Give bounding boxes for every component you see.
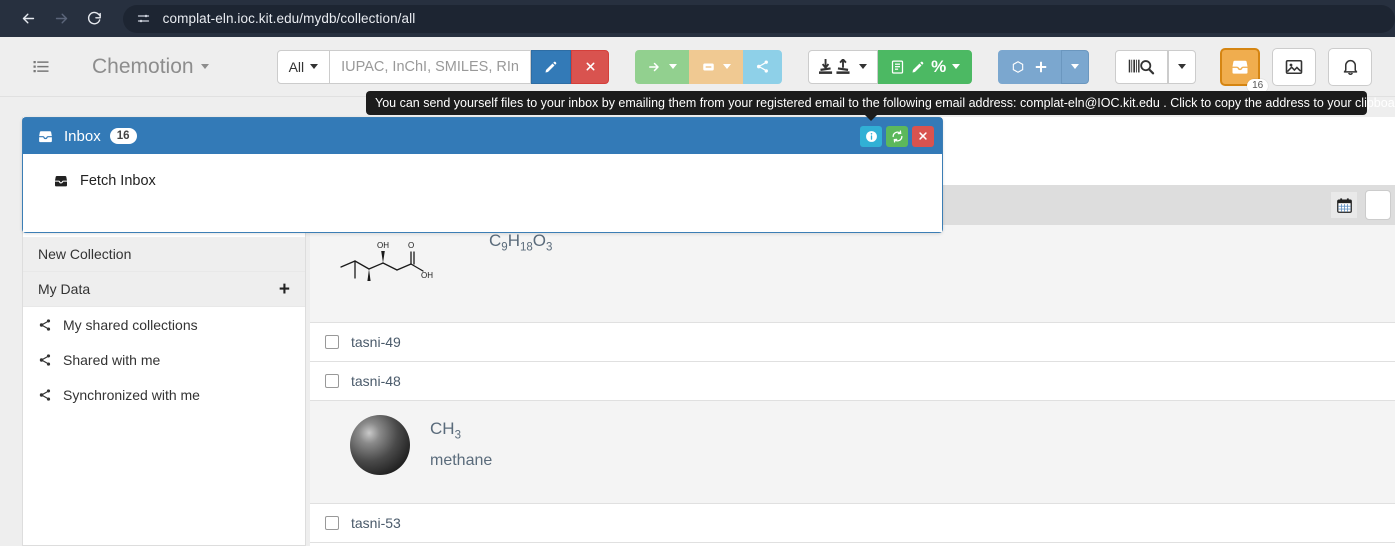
chevron-down-icon <box>952 64 961 69</box>
inbox-info-button[interactable] <box>860 125 882 147</box>
sidebar-item-shared-with-me[interactable]: Shared with me <box>23 342 305 377</box>
gallery-button[interactable] <box>1272 47 1317 86</box>
sidebar-item-label: My Data <box>38 281 91 297</box>
url-text: complat-eln.ioc.kit.edu/mydb/collection/… <box>162 11 416 26</box>
table-row[interactable]: tasni-48 <box>310 362 1395 401</box>
sidebar-item-new-collection[interactable]: New Collection <box>23 237 305 272</box>
sidebar-toggle-icon[interactable] <box>30 56 52 78</box>
sidebar-item-my-shared-collections[interactable]: My shared collections <box>23 307 305 342</box>
chevron-down-icon <box>859 64 868 69</box>
calendar-icon[interactable] <box>1331 192 1357 218</box>
row-checkbox[interactable] <box>325 374 339 388</box>
notification-button[interactable] <box>1328 47 1373 86</box>
sidebar-item-label: My shared collections <box>63 316 198 333</box>
search-clear-button[interactable] <box>571 49 610 84</box>
inbox-panel-body: Fetch Inbox <box>23 154 942 232</box>
advanced-search-group <box>1115 49 1197 84</box>
search-scope-dropdown[interactable]: All <box>276 49 331 84</box>
fetch-inbox-item[interactable]: Fetch Inbox <box>23 154 942 207</box>
molecule-structure: OH O OH <box>340 241 433 281</box>
advanced-search-dropdown[interactable] <box>1168 49 1197 84</box>
row-checkbox[interactable] <box>325 516 339 530</box>
table-row[interactable]: tasni-53 <box>310 504 1395 543</box>
split-element-button[interactable] <box>689 49 744 84</box>
inbox-panel-title: Inbox <box>64 127 101 145</box>
chevron-down-icon <box>723 64 732 69</box>
molecular-formula: C9H18O3 <box>489 231 553 254</box>
share-alt-icon <box>38 353 56 367</box>
tooltip-arrow-icon <box>864 114 878 121</box>
search-scope-label: All <box>288 58 305 75</box>
share-collection-button[interactable] <box>743 49 783 84</box>
chevron-down-icon <box>200 64 209 69</box>
atom-label: OH <box>377 241 389 250</box>
inbox-icon <box>53 173 69 189</box>
molecular-formula: CH3 <box>430 419 461 442</box>
share-alt-icon <box>38 388 56 402</box>
list-options-button[interactable] <box>1365 190 1391 220</box>
molecule-name: methane <box>430 452 493 470</box>
brand-label: Chemotion <box>92 54 194 78</box>
inbox-tooltip-text: You can send yourself files to your inbo… <box>375 96 1395 110</box>
chevron-down-icon <box>1178 64 1187 69</box>
inbox-panel-spacer <box>23 207 942 232</box>
element-list-rows: OH O OH C9H18O3 tasni-49 tasni-48 CH3 me… <box>310 225 1395 546</box>
inbox-panel-header[interactable]: Inbox 16 <box>23 118 942 154</box>
inbox-panel: Inbox 16 Fetch Inbox <box>22 117 943 233</box>
fetch-inbox-label: Fetch Inbox <box>80 172 156 189</box>
browser-reload-button[interactable] <box>80 4 109 34</box>
table-row[interactable]: tasni-49 <box>310 323 1395 362</box>
chevron-down-icon <box>310 64 319 69</box>
inbox-button[interactable]: 16 <box>1220 47 1269 93</box>
sidebar-item-label: Synchronized with me <box>63 386 200 403</box>
browser-address-bar[interactable]: complat-eln.ioc.kit.edu/mydb/collection/… <box>122 4 1395 33</box>
table-row[interactable]: CH3 methane <box>310 401 1395 504</box>
application-window: Chemotion All IUPAC, InChI, SMILES, RInC… <box>0 37 1395 546</box>
atom-label: O <box>408 241 414 250</box>
row-label: tasni-48 <box>351 373 401 389</box>
site-settings-icon[interactable] <box>135 10 152 27</box>
structure-editor-button[interactable] <box>531 49 572 84</box>
report-dropdown[interactable]: % <box>878 49 973 84</box>
browser-forward-button[interactable] <box>47 4 76 34</box>
sidebar-item-synchronized-with-me[interactable]: Synchronized with me <box>23 377 305 412</box>
create-element-dropdown[interactable] <box>1061 49 1090 84</box>
sidebar-item-my-data[interactable]: My Data + <box>23 272 305 307</box>
molecule-3d-render <box>350 415 410 475</box>
row-label: tasni-53 <box>351 515 401 531</box>
plus-icon[interactable]: + <box>279 280 290 299</box>
row-label: tasni-49 <box>351 334 401 350</box>
advanced-search-button[interactable] <box>1115 49 1169 84</box>
inbox-panel-actions <box>860 125 934 147</box>
share-alt-icon <box>38 318 56 332</box>
row-checkbox[interactable] <box>325 335 339 349</box>
inbox-panel-badge: 16 <box>109 128 137 144</box>
inbox-close-button[interactable] <box>912 125 934 147</box>
sidebar-item-label: New Collection <box>38 246 132 262</box>
sidebar-item-label: Shared with me <box>63 351 161 368</box>
create-sample-button[interactable] <box>998 49 1062 84</box>
import-export-group: % <box>808 49 973 84</box>
molecule-info: CH3 methane <box>430 419 492 470</box>
import-export-dropdown[interactable] <box>808 49 879 84</box>
inbox-sync-button[interactable] <box>886 125 908 147</box>
chevron-down-icon <box>669 64 678 69</box>
search-input[interactable] <box>330 49 532 84</box>
chevron-down-icon <box>1071 64 1080 69</box>
create-element-group <box>998 49 1090 84</box>
atom-label: OH <box>421 271 433 280</box>
move-to-collection-button[interactable] <box>635 49 690 84</box>
app-navbar: Chemotion All IUPAC, InChI, SMILES, RInC… <box>0 37 1395 97</box>
inbox-tooltip: You can send yourself files to your inbo… <box>366 91 1395 121</box>
browser-toolbar: complat-eln.ioc.kit.edu/mydb/collection/… <box>0 0 1395 37</box>
percent-icon: % <box>931 56 947 76</box>
inbox-icon <box>37 128 54 145</box>
browser-back-button[interactable] <box>14 4 43 34</box>
collection-actions-group <box>635 49 783 84</box>
brand-dropdown[interactable]: Chemotion <box>92 55 209 79</box>
table-row[interactable]: OH O OH C9H18O3 <box>310 225 1395 323</box>
search-group: All <box>276 49 610 84</box>
